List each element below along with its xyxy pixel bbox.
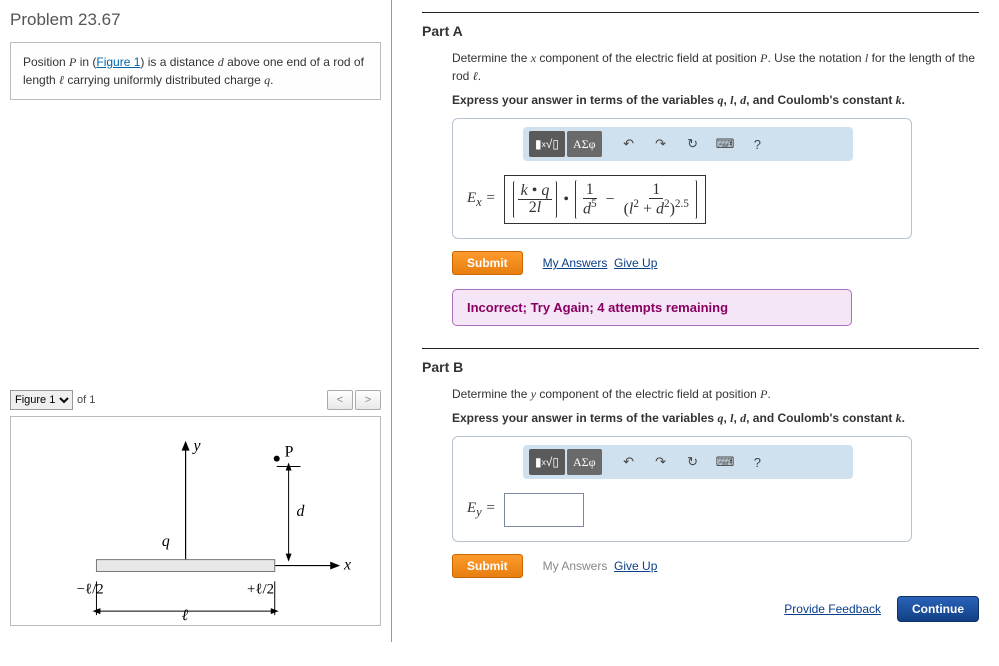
part-a-answer-input[interactable]: k • q2l • 1d5 − 1(l2 + d2)2.5 (504, 175, 706, 224)
figure-selector-bar: Figure 1 of 1 < > (10, 390, 381, 410)
redo-icon[interactable]: ↷ (646, 449, 676, 475)
part-a-prompt: Determine the x component of the electri… (452, 49, 979, 85)
figure-diagram: y x q −ℓ/2 +ℓ/2 P d (10, 416, 381, 626)
redo-icon[interactable]: ↷ (646, 131, 676, 157)
keyboard-icon[interactable]: ⌨ (710, 131, 741, 157)
equation-toolbar-b: ▮x√▯ ΑΣφ ↶ ↷ ↻ ⌨ ? (523, 445, 853, 479)
svg-text:ℓ: ℓ (182, 607, 189, 624)
part-a-answer-box: ▮x√▯ ΑΣφ ↶ ↷ ↻ ⌨ ? Ex = k • q2l • 1d5 − … (452, 118, 912, 239)
keyboard-icon[interactable]: ⌨ (710, 449, 741, 475)
svg-text:−ℓ/2: −ℓ/2 (77, 581, 104, 597)
equation-toolbar: ▮x√▯ ΑΣφ ↶ ↷ ↻ ⌨ ? (523, 127, 853, 161)
figure-of-text: of 1 (77, 394, 95, 406)
svg-text:y: y (192, 438, 202, 455)
figure-link[interactable]: Figure 1 (96, 55, 140, 69)
intro-text: Position (23, 55, 69, 69)
part-b-submit-button[interactable]: Submit (452, 554, 523, 578)
right-panel: Part A Determine the x component of the … (392, 0, 999, 642)
part-b-title: Part B (422, 359, 979, 375)
ey-label: Ey = (467, 500, 496, 520)
left-panel: Problem 23.67 Position P in (Figure 1) i… (0, 0, 392, 642)
problem-title: Problem 23.67 (10, 10, 381, 30)
undo-icon[interactable]: ↶ (614, 131, 644, 157)
svg-text:d: d (297, 503, 305, 520)
part-b-answer-input[interactable] (504, 493, 584, 527)
undo-icon[interactable]: ↶ (614, 449, 644, 475)
part-b-answer-box: ▮x√▯ ΑΣφ ↶ ↷ ↻ ⌨ ? Ey = (452, 436, 912, 542)
part-a-express: Express your answer in terms of the vari… (452, 93, 979, 108)
part-b-express: Express your answer in terms of the vari… (452, 411, 979, 426)
part-a-title: Part A (422, 23, 979, 39)
part-a-my-answers-link[interactable]: My Answers (543, 256, 608, 270)
greek-button[interactable]: ΑΣφ (567, 131, 602, 157)
svg-text:q: q (162, 533, 170, 550)
template-icon[interactable]: ▮x√▯ (529, 131, 565, 157)
reset-icon[interactable]: ↻ (678, 131, 708, 157)
part-b-my-answers-link: My Answers (543, 559, 608, 573)
reset-icon[interactable]: ↻ (678, 449, 708, 475)
figure-next-button[interactable]: > (355, 390, 381, 410)
help-icon[interactable]: ? (742, 449, 772, 475)
continue-button[interactable]: Continue (897, 596, 979, 622)
part-a-give-up-link[interactable]: Give Up (614, 256, 657, 270)
part-b-prompt: Determine the y component of the electri… (452, 385, 979, 403)
ex-label: Ex = (467, 190, 496, 210)
svg-text:P: P (285, 444, 294, 461)
part-b-give-up-link[interactable]: Give Up (614, 559, 657, 573)
svg-text:x: x (343, 557, 351, 574)
provide-feedback-link[interactable]: Provide Feedback (784, 602, 881, 616)
help-icon[interactable]: ? (742, 131, 772, 157)
part-a-feedback: Incorrect; Try Again; 4 attempts remaini… (452, 289, 852, 326)
figure-select[interactable]: Figure 1 (10, 390, 73, 410)
part-a-submit-button[interactable]: Submit (452, 251, 523, 275)
svg-text:+ℓ/2: +ℓ/2 (247, 581, 274, 597)
problem-intro: Position P in (Figure 1) is a distance d… (10, 42, 381, 100)
greek-button[interactable]: ΑΣφ (567, 449, 602, 475)
template-icon[interactable]: ▮x√▯ (529, 449, 565, 475)
figure-prev-button[interactable]: < (327, 390, 353, 410)
